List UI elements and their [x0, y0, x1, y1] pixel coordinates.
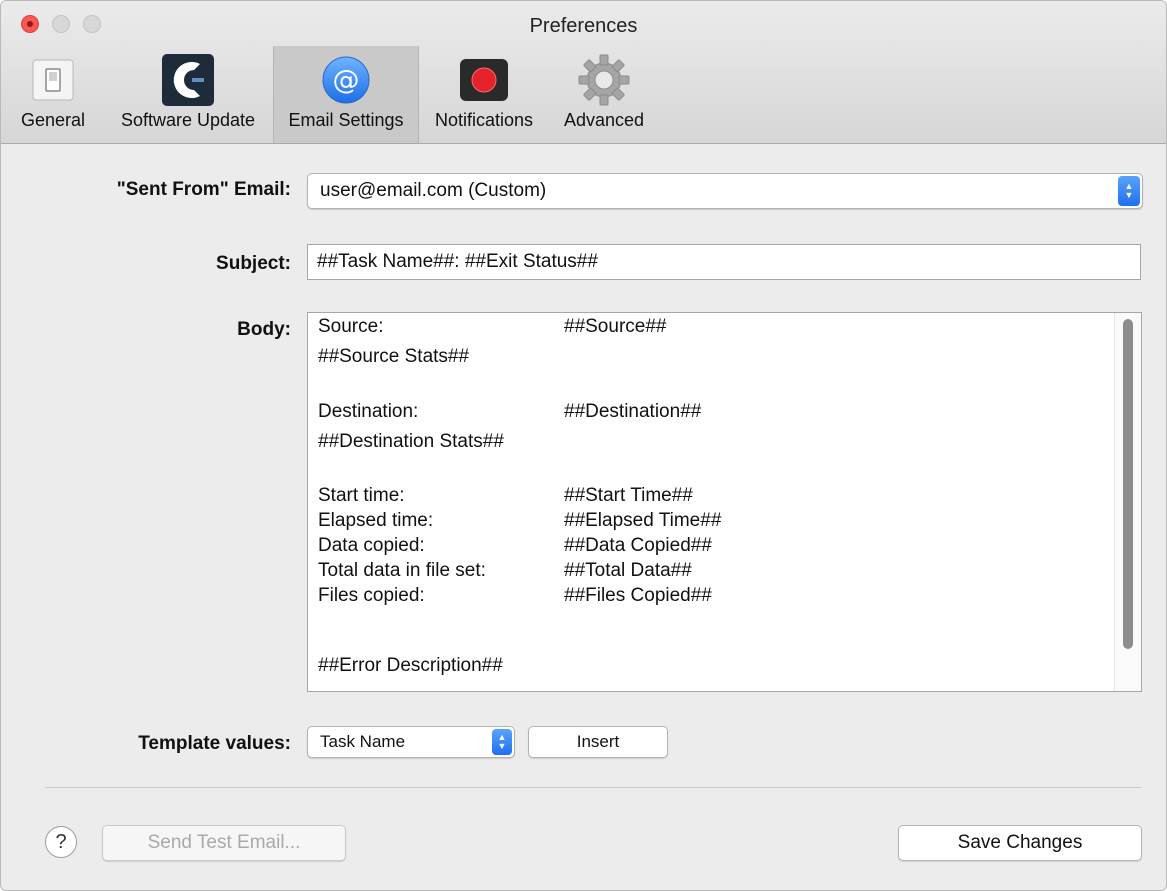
record-icon [456, 52, 512, 108]
window-title: Preferences [529, 15, 638, 37]
chevron-up-down-icon: ▲ ▼ [1118, 176, 1140, 206]
body-line: Source: ##Source## [318, 316, 667, 337]
template-values-label: Template values: [138, 733, 291, 754]
tab-notifications[interactable]: Notifications [423, 46, 545, 143]
sent-from-value: user@email.com (Custom) [320, 180, 547, 201]
tab-general-label: General [20, 110, 86, 130]
app-logo-icon [160, 52, 216, 108]
subject-label: Subject: [216, 253, 291, 274]
at-sign-icon: @ [318, 52, 374, 108]
template-value: Task Name [320, 732, 406, 751]
insert-button[interactable]: Insert [528, 726, 668, 758]
switch-icon [25, 52, 81, 108]
body-scrollbar[interactable] [1114, 313, 1141, 691]
subject-value: ##Task Name##: ##Exit Status## [317, 251, 598, 272]
tab-general[interactable]: General [7, 46, 99, 143]
body-line: ##Destination Stats## [318, 431, 504, 452]
body-line: Data copied: ##Data Copied## [318, 535, 712, 556]
tab-notifications-label: Notifications [434, 110, 534, 130]
sent-from-email-select[interactable]: user@email.com (Custom) ▲ ▼ [307, 173, 1143, 209]
body-line: Files copied: ##Files Copied## [318, 585, 712, 606]
body-line: ##Source Stats## [318, 346, 470, 367]
help-icon[interactable]: ? [45, 826, 77, 858]
tab-software-update-label: Software Update [120, 110, 256, 130]
tab-software-update[interactable]: Software Update [105, 46, 271, 143]
send-test-email-button[interactable]: Send Test Email... [102, 825, 346, 861]
body-label: Body: [237, 319, 291, 340]
tab-advanced[interactable]: Advanced [553, 46, 655, 143]
at-glyph: @ [333, 65, 360, 96]
chevron-up-down-icon: ▲ ▼ [492, 729, 512, 755]
gear-icon [576, 52, 632, 108]
body-textarea[interactable]: Source: ##Source## ##Source Stats## Desti… [307, 312, 1142, 692]
toolbar: Preferences General Software Update @ Em… [1, 1, 1166, 144]
tab-email-settings-label: Email Settings [288, 110, 404, 130]
body-line: Start time: ##Start Time## [318, 485, 693, 506]
preferences-window: Preferences General Software Update @ Em… [0, 0, 1167, 891]
tab-advanced-label: Advanced [563, 110, 645, 130]
divider [45, 787, 1141, 788]
body-line: Total data in file set: ##Total Data## [318, 560, 692, 581]
scrollbar-thumb[interactable] [1123, 319, 1133, 649]
template-values-select[interactable]: Task Name ▲ ▼ [307, 726, 515, 758]
body-line: Destination: ##Destination## [318, 401, 702, 422]
subject-input[interactable]: ##Task Name##: ##Exit Status## [307, 244, 1141, 280]
save-changes-button[interactable]: Save Changes [898, 825, 1142, 861]
body-line: ##Error Description## [318, 655, 503, 676]
body-line: Elapsed time: ##Elapsed Time## [318, 510, 722, 531]
tab-email-settings[interactable]: @ Email Settings [273, 46, 419, 143]
sent-from-label: "Sent From" Email: [116, 179, 291, 200]
